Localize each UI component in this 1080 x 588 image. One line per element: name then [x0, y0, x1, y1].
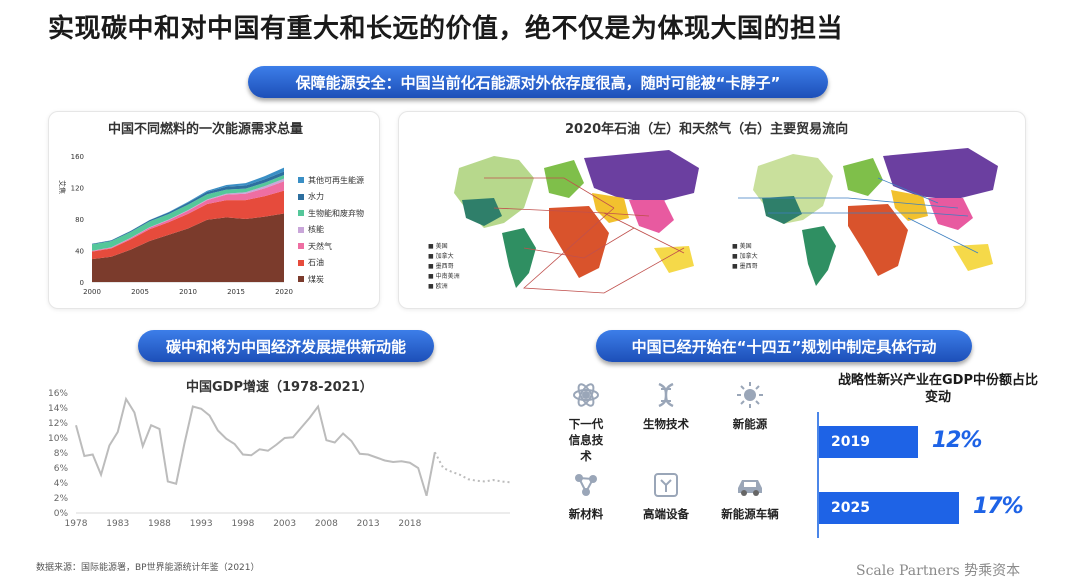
- share-value-label: 17%: [973, 494, 1024, 519]
- industry-label: 新材料: [568, 507, 604, 521]
- industry-item: 下一代信息技术: [546, 380, 626, 464]
- gas-trade-map: ■ 美国 ■ 加拿大 ■ 墨西哥: [728, 138, 1013, 303]
- share-bar-2019: 2019: [819, 426, 918, 458]
- svg-text:■ 墨西哥: ■ 墨西哥: [732, 263, 758, 270]
- dna-icon: [658, 382, 674, 408]
- legend-swatch: [298, 226, 304, 233]
- x-tick-label: 2013: [357, 519, 380, 529]
- x-tick-label: 2018: [398, 519, 421, 529]
- y-tick-label: 8%: [54, 449, 69, 459]
- y-tick-label: 0%: [54, 509, 69, 519]
- x-tick-label: 2020: [275, 288, 293, 296]
- legend-label: 石油: [308, 258, 324, 268]
- industry-label: 新能源: [732, 417, 768, 431]
- y-tick-label: 0: [80, 279, 84, 287]
- industry-item: 新材料: [546, 470, 626, 522]
- industry-label: 新能源车辆: [721, 507, 779, 521]
- legend-label: 天然气: [308, 241, 332, 251]
- legend-label: 其他可再生能源: [308, 175, 364, 185]
- sun-icon: [737, 382, 763, 408]
- legend-item: 生物能和废弃物: [298, 205, 364, 222]
- energy-chart-title: 中国不同燃料的一次能源需求总量: [108, 122, 304, 137]
- industry-label: 下一代信息技术: [568, 417, 604, 463]
- y-tick-label: 4%: [54, 479, 69, 489]
- gdp-forecast-line: [434, 451, 511, 484]
- y-tick-label: 160: [71, 153, 84, 161]
- legend-item: 其他可再生能源: [298, 172, 364, 189]
- y-tick-label: 10%: [48, 434, 68, 444]
- industry-item: 生物技术: [626, 380, 706, 432]
- legend-item: 天然气: [298, 238, 364, 255]
- svg-text:■ 欧洲: ■ 欧洲: [428, 282, 448, 290]
- legend-item: 石油: [298, 255, 364, 272]
- y-tick-label: 120: [71, 185, 84, 193]
- oil-trade-map: ■ 美国 ■ 加拿大 ■ 墨西哥 ■ 中南美洲 ■ 欧洲: [424, 138, 714, 303]
- legend-swatch: [298, 276, 304, 283]
- x-tick-label: 1988: [148, 519, 171, 529]
- legend-swatch: [298, 177, 304, 184]
- x-tick-label: 2005: [131, 288, 149, 296]
- energy-security-banner: 保障能源安全：中国当前化石能源对外依存度很高，随时可能被“卡脖子”: [248, 66, 828, 98]
- gdp-actual-line: [75, 396, 436, 497]
- gdp-growth-chart: 0% 2% 4% 6% 8% 10% 12% 14% 16% 1978 1983 1988 1993 19…: [48, 389, 511, 529]
- svg-text:■ 中南美洲: ■ 中南美洲: [428, 272, 460, 280]
- x-tick-label: 1998: [231, 519, 254, 529]
- brand-logo: Scale Partners 势乘资本: [856, 563, 1021, 579]
- legend-label: 生物能和废弃物: [308, 208, 364, 218]
- page-title: 实现碳中和对中国有重大和长远的价值，绝不仅是为体现大国的担当: [48, 14, 844, 44]
- y-tick-label: 16%: [48, 389, 68, 399]
- legend-label: 煤炭: [308, 274, 324, 284]
- y-tick-label: 40: [75, 248, 84, 256]
- y-tick-label: 12%: [48, 419, 68, 429]
- industry-label: 高端设备: [643, 507, 689, 521]
- y-tick-label: 80: [75, 216, 84, 224]
- fourteenth-five-year-banner: 中国已经开始在“十四五”规划中制定具体行动: [596, 330, 972, 362]
- legend-swatch: [298, 243, 304, 250]
- industry-item: 新能源车辆: [710, 470, 790, 522]
- svg-text:■ 墨西哥: ■ 墨西哥: [428, 263, 454, 270]
- legend-label: 水力: [308, 192, 324, 202]
- x-tick-label: 1993: [190, 519, 213, 529]
- x-tick-label: 2015: [227, 288, 245, 296]
- legend-item: 煤炭: [298, 271, 364, 288]
- legend-item: 核能: [298, 222, 364, 239]
- industry-label: 生物技术: [643, 417, 689, 431]
- legend-swatch: [298, 259, 304, 266]
- svg-text:■ 美国: ■ 美国: [428, 242, 448, 250]
- map-title: 2020年石油（左）和天然气（右）主要贸易流向: [565, 122, 849, 137]
- share-value-label: 12%: [931, 428, 983, 453]
- x-tick-label: 2000: [83, 288, 101, 296]
- energy-legend: 其他可再生能源 水力生物能和废弃物 核能天然气石油煤炭: [298, 172, 364, 288]
- legend-swatch: [298, 210, 304, 217]
- y-tick-label: 2%: [54, 494, 69, 504]
- x-tick-label: 2008: [315, 519, 338, 529]
- svg-text:■ 加拿大: ■ 加拿大: [428, 252, 454, 260]
- molecule-icon: [575, 474, 597, 496]
- energy-demand-chart: 0 40 80 120 160 2000 2005 2010 2015 2020 艾焦: [58, 153, 293, 296]
- y-axis-label: 艾焦: [58, 180, 67, 194]
- atom-icon: [573, 383, 599, 407]
- y-tick-label: 14%: [48, 404, 68, 414]
- x-tick-label: 2003: [273, 519, 296, 529]
- industry-item: 新能源: [710, 380, 790, 432]
- legend-label: 核能: [308, 225, 324, 235]
- x-tick-label: 1983: [106, 519, 129, 529]
- circuit-icon: [654, 473, 678, 497]
- share-bar-2025: 2025: [819, 492, 959, 524]
- x-tick-label: 1978: [65, 519, 88, 529]
- share-title: 战略性新兴产业在GDP中份额占比变动: [838, 373, 1038, 405]
- x-tick-label: 2010: [179, 288, 197, 296]
- svg-text:■ 加拿大: ■ 加拿大: [732, 252, 758, 260]
- industry-item: 高端设备: [626, 470, 706, 522]
- svg-text:■ 美国: ■ 美国: [732, 242, 752, 250]
- y-tick-label: 6%: [54, 464, 69, 474]
- carbon-neutral-banner: 碳中和将为中国经济发展提供新动能: [138, 330, 434, 362]
- legend-swatch: [298, 193, 304, 200]
- car-icon: [738, 480, 762, 496]
- legend-item: 水力: [298, 189, 364, 206]
- source-note: 数据来源：国际能源署，BP世界能源统计年鉴（2021）: [36, 563, 260, 573]
